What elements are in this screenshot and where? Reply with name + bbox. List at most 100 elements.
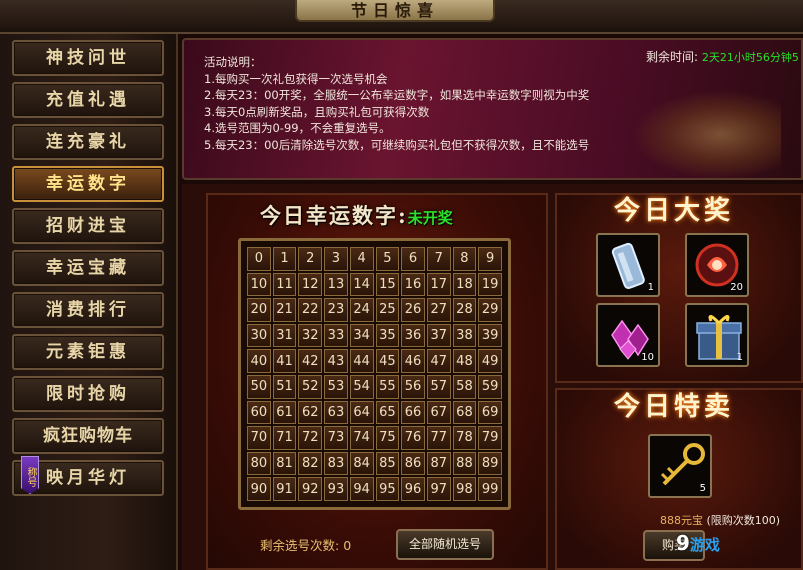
number-cell[interactable]: 23	[324, 298, 348, 322]
number-cell[interactable]: 48	[452, 349, 477, 373]
number-cell[interactable]: 71	[272, 426, 297, 450]
sidebar-item-treasure[interactable]: 幸运宝藏	[12, 250, 164, 286]
sidebar-item-lianchong[interactable]: 连充豪礼	[12, 124, 164, 160]
number-cell[interactable]: 9	[478, 247, 502, 271]
number-cell[interactable]: 69	[478, 400, 502, 425]
sidebar-item-zhaocai[interactable]: 招财进宝	[12, 208, 164, 244]
number-cell[interactable]: 5	[375, 247, 400, 271]
number-cell[interactable]: 51	[272, 374, 297, 399]
number-cell[interactable]: 73	[324, 426, 348, 450]
number-cell[interactable]: 93	[324, 477, 348, 501]
number-cell[interactable]: 32	[298, 323, 323, 348]
number-cell[interactable]: 76	[401, 426, 425, 450]
number-cell[interactable]: 36	[401, 323, 425, 348]
number-cell[interactable]: 59	[478, 374, 502, 399]
number-cell[interactable]: 52	[298, 374, 323, 399]
number-cell[interactable]: 97	[426, 477, 451, 501]
number-cell[interactable]: 17	[426, 272, 451, 297]
number-cell[interactable]: 63	[324, 400, 348, 425]
number-cell[interactable]: 55	[375, 374, 400, 399]
number-cell[interactable]: 65	[375, 400, 400, 425]
number-cell[interactable]: 72	[298, 426, 323, 450]
number-cell[interactable]: 37	[426, 323, 451, 348]
number-cell[interactable]: 29	[478, 298, 502, 322]
number-cell[interactable]: 4	[349, 247, 374, 271]
number-cell[interactable]: 80	[247, 451, 271, 476]
sidebar-item-ranking[interactable]: 消费排行	[12, 292, 164, 328]
number-cell[interactable]: 54	[349, 374, 374, 399]
number-cell[interactable]: 33	[324, 323, 348, 348]
sidebar-item-lucky-number[interactable]: 幸运数字	[12, 166, 164, 202]
number-cell[interactable]: 44	[349, 349, 374, 373]
number-cell[interactable]: 41	[272, 349, 297, 373]
number-cell[interactable]: 40	[247, 349, 271, 373]
prize-item-1[interactable]: 1	[596, 233, 660, 297]
number-cell[interactable]: 81	[272, 451, 297, 476]
number-cell[interactable]: 31	[272, 323, 297, 348]
number-cell[interactable]: 61	[272, 400, 297, 425]
number-cell[interactable]: 22	[298, 298, 323, 322]
number-cell[interactable]: 58	[452, 374, 477, 399]
sidebar-item-chongzhi[interactable]: 充值礼遇	[12, 82, 164, 118]
sidebar-item-shenji[interactable]: 神技问世	[12, 40, 164, 76]
number-cell[interactable]: 70	[247, 426, 271, 450]
number-cell[interactable]: 6	[401, 247, 425, 271]
number-cell[interactable]: 90	[247, 477, 271, 501]
number-cell[interactable]: 88	[452, 451, 477, 476]
number-cell[interactable]: 67	[426, 400, 451, 425]
prize-item-4[interactable]: 1	[685, 303, 749, 367]
number-cell[interactable]: 57	[426, 374, 451, 399]
number-cell[interactable]: 86	[401, 451, 425, 476]
number-cell[interactable]: 84	[349, 451, 374, 476]
number-cell[interactable]: 16	[401, 272, 425, 297]
number-cell[interactable]: 60	[247, 400, 271, 425]
number-cell[interactable]: 99	[478, 477, 502, 501]
sale-item[interactable]: 5	[648, 434, 712, 498]
sidebar-item-element[interactable]: 元素钜惠	[12, 334, 164, 370]
number-cell[interactable]: 95	[375, 477, 400, 501]
number-cell[interactable]: 15	[375, 272, 400, 297]
number-cell[interactable]: 2	[298, 247, 323, 271]
number-cell[interactable]: 14	[349, 272, 374, 297]
number-cell[interactable]: 7	[426, 247, 451, 271]
number-cell[interactable]: 34	[349, 323, 374, 348]
number-cell[interactable]: 89	[478, 451, 502, 476]
number-cell[interactable]: 0	[247, 247, 271, 271]
number-cell[interactable]: 78	[452, 426, 477, 450]
number-cell[interactable]: 43	[324, 349, 348, 373]
number-cell[interactable]: 74	[349, 426, 374, 450]
prize-item-2[interactable]: 20	[685, 233, 749, 297]
number-cell[interactable]: 27	[426, 298, 451, 322]
number-cell[interactable]: 20	[247, 298, 271, 322]
sidebar-item-flash-sale[interactable]: 限时抢购	[12, 376, 164, 412]
number-cell[interactable]: 62	[298, 400, 323, 425]
number-cell[interactable]: 1	[272, 247, 297, 271]
number-cell[interactable]: 46	[401, 349, 425, 373]
number-cell[interactable]: 12	[298, 272, 323, 297]
random-pick-button[interactable]: 全部随机选号	[396, 529, 494, 560]
number-cell[interactable]: 83	[324, 451, 348, 476]
number-cell[interactable]: 77	[426, 426, 451, 450]
number-cell[interactable]: 28	[452, 298, 477, 322]
number-cell[interactable]: 24	[349, 298, 374, 322]
number-cell[interactable]: 82	[298, 451, 323, 476]
number-cell[interactable]: 49	[478, 349, 502, 373]
number-cell[interactable]: 45	[375, 349, 400, 373]
number-cell[interactable]: 98	[452, 477, 477, 501]
number-cell[interactable]: 21	[272, 298, 297, 322]
number-cell[interactable]: 35	[375, 323, 400, 348]
number-cell[interactable]: 39	[478, 323, 502, 348]
number-cell[interactable]: 79	[478, 426, 502, 450]
number-cell[interactable]: 30	[247, 323, 271, 348]
number-cell[interactable]: 25	[375, 298, 400, 322]
number-cell[interactable]: 50	[247, 374, 271, 399]
number-cell[interactable]: 75	[375, 426, 400, 450]
number-cell[interactable]: 18	[452, 272, 477, 297]
number-cell[interactable]: 64	[349, 400, 374, 425]
number-cell[interactable]: 47	[426, 349, 451, 373]
number-cell[interactable]: 13	[324, 272, 348, 297]
number-cell[interactable]: 91	[272, 477, 297, 501]
number-cell[interactable]: 56	[401, 374, 425, 399]
number-cell[interactable]: 92	[298, 477, 323, 501]
prize-item-3[interactable]: 10	[596, 303, 660, 367]
